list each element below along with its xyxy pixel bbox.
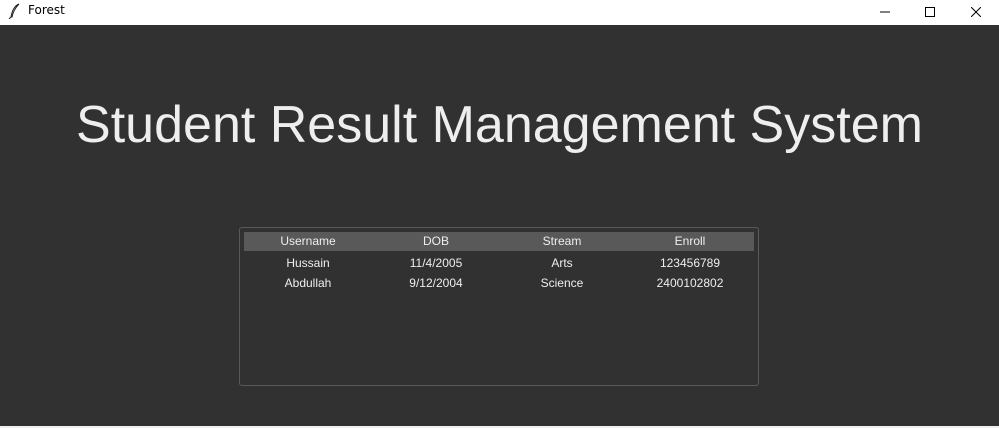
window-title: Forest bbox=[28, 3, 65, 17]
maximize-icon bbox=[925, 2, 935, 21]
main-area: Student Result Management System Usernam… bbox=[0, 25, 999, 426]
students-table[interactable]: Username DOB Stream Enroll Hussain 11/4/… bbox=[239, 227, 759, 386]
close-button[interactable] bbox=[953, 0, 999, 22]
page-title: Student Result Management System bbox=[76, 96, 923, 154]
cell-username: Hussain bbox=[286, 256, 330, 270]
cell-stream: Science bbox=[540, 276, 584, 290]
column-header-enroll[interactable]: Enroll bbox=[626, 232, 754, 251]
cell-stream: Arts bbox=[551, 256, 573, 270]
close-icon bbox=[970, 2, 982, 21]
title-bar[interactable]: Forest bbox=[0, 0, 999, 25]
cell-enroll: 123456789 bbox=[659, 256, 721, 270]
minimize-button[interactable] bbox=[862, 0, 908, 22]
maximize-button[interactable] bbox=[907, 0, 953, 22]
cell-dob: 9/12/2004 bbox=[409, 276, 463, 290]
column-header-username[interactable]: Username bbox=[244, 232, 372, 251]
table-row[interactable]: Abdullah 9/12/2004 Science 2400102802 bbox=[244, 273, 754, 293]
table-header: Username DOB Stream Enroll bbox=[244, 232, 754, 251]
column-header-stream[interactable]: Stream bbox=[498, 232, 626, 251]
cell-dob: 11/4/2005 bbox=[409, 256, 463, 270]
minimize-icon bbox=[880, 2, 890, 21]
feather-icon bbox=[8, 3, 22, 20]
app-window: Forest Student Result Management System bbox=[0, 0, 999, 428]
table-row[interactable]: Hussain 11/4/2005 Arts 123456789 bbox=[244, 253, 754, 273]
cell-enroll: 2400102802 bbox=[656, 276, 724, 290]
cell-username: Abdullah bbox=[284, 276, 332, 290]
column-header-dob[interactable]: DOB bbox=[372, 232, 500, 251]
